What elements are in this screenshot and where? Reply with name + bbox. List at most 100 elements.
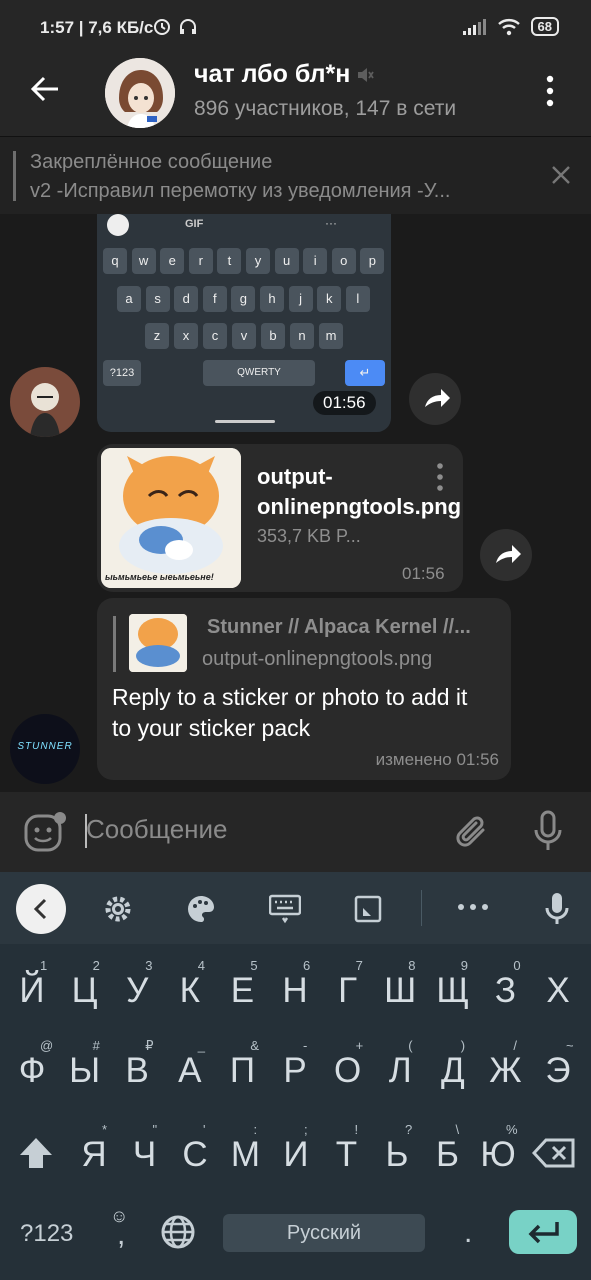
mini-key: p bbox=[360, 248, 385, 274]
key[interactable]: Н bbox=[269, 956, 321, 1026]
chat-subtitle: 896 участников, 147 в сети bbox=[194, 97, 457, 120]
key[interactable]: Д bbox=[427, 1036, 479, 1106]
backspace-icon[interactable] bbox=[532, 1137, 576, 1169]
reply-accent-bar bbox=[113, 616, 116, 672]
key[interactable]: В bbox=[111, 1036, 163, 1106]
key[interactable]: П bbox=[216, 1036, 268, 1106]
file-message[interactable]: ыьмьмьеье ыеьмьеьне! output-onlinepngtoo… bbox=[97, 444, 463, 592]
key-hint: ( bbox=[408, 1038, 413, 1053]
symbols-key[interactable]: ?123 bbox=[20, 1220, 73, 1248]
mini-key: h bbox=[260, 286, 284, 312]
message-time: 01:56 bbox=[313, 391, 376, 415]
globe-icon[interactable] bbox=[160, 1214, 196, 1250]
key[interactable]: М bbox=[220, 1120, 272, 1190]
key[interactable]: Ы bbox=[59, 1036, 111, 1106]
key[interactable]: Ц bbox=[59, 956, 111, 1026]
mini-key: a bbox=[117, 286, 141, 312]
sticker-thumbnail[interactable]: ыьмьмьеье ыеьмьеьне! bbox=[101, 448, 241, 588]
message-list[interactable]: GIF ··· qwertyuiop asdfghjkl zxcvbnm ?12… bbox=[0, 214, 591, 792]
pinned-message-bar[interactable]: Закреплённое сообщение v2 -Исправил пере… bbox=[0, 136, 591, 214]
forward-button[interactable] bbox=[409, 373, 461, 425]
key-hint: 9 bbox=[460, 958, 469, 973]
key-hint: 5 bbox=[250, 958, 258, 973]
gear-icon[interactable] bbox=[103, 894, 133, 924]
key[interactable]: Я bbox=[68, 1120, 120, 1190]
mini-key: f bbox=[202, 286, 227, 312]
key[interactable]: Т bbox=[321, 1120, 373, 1190]
more-vertical-icon[interactable] bbox=[435, 462, 445, 492]
keyboard-icon[interactable] bbox=[269, 894, 301, 924]
key[interactable]: С bbox=[169, 1120, 221, 1190]
palette-icon[interactable] bbox=[186, 894, 216, 924]
key-hint: _ bbox=[197, 1038, 206, 1053]
user-avatar[interactable]: STUNNER bbox=[10, 714, 80, 784]
key[interactable]: Х bbox=[532, 956, 584, 1026]
period-key[interactable]: . bbox=[464, 1216, 472, 1250]
forward-button[interactable] bbox=[480, 529, 532, 581]
key-hint: \ bbox=[455, 1122, 460, 1137]
shift-icon[interactable] bbox=[17, 1135, 55, 1171]
chat-title-text: чат лбо бл*н bbox=[194, 60, 351, 88]
key[interactable]: У bbox=[111, 956, 163, 1026]
chat-avatar[interactable] bbox=[105, 58, 175, 128]
close-icon[interactable] bbox=[550, 164, 572, 186]
chat-title[interactable]: чат лбо бл*н bbox=[194, 60, 375, 89]
key[interactable]: Й bbox=[6, 956, 58, 1026]
mini-key: u bbox=[274, 248, 299, 274]
mini-sym-key: ?123 bbox=[103, 360, 141, 386]
mini-enter-key: ↵ bbox=[345, 360, 385, 386]
wifi-icon bbox=[497, 18, 520, 35]
key[interactable]: Р bbox=[269, 1036, 321, 1106]
key-hint: ; bbox=[304, 1122, 308, 1137]
file-size: 353,7 KB P... bbox=[257, 526, 361, 546]
key[interactable]: Э bbox=[532, 1036, 584, 1106]
key-hint: 2 bbox=[92, 958, 100, 973]
key[interactable]: К bbox=[164, 956, 216, 1026]
image-message[interactable]: GIF ··· qwertyuiop asdfghjkl zxcvbnm ?12… bbox=[97, 214, 391, 432]
key-hint: ₽ bbox=[145, 1038, 154, 1053]
back-arrow-icon[interactable] bbox=[28, 72, 62, 106]
microphone-icon[interactable] bbox=[532, 810, 564, 852]
key-hint: ~ bbox=[566, 1038, 574, 1053]
onscreen-keyboard: Й 1 Ц 2 У 3 К 4 Е 5 Н 6 Г 7 Ш 8 Щ 9 З 0 Х Ф @ Ы # В ₽ А _ П & Р - О + Л(Д) Ж… bbox=[0, 872, 591, 1280]
message-input[interactable]: Сообщение bbox=[86, 814, 228, 845]
key[interactable]: Г bbox=[322, 956, 374, 1026]
comma-key[interactable]: , bbox=[117, 1218, 125, 1252]
paperclip-icon[interactable] bbox=[455, 812, 491, 852]
microphone-icon[interactable] bbox=[544, 892, 570, 926]
chevron-left-icon bbox=[33, 898, 47, 920]
more-vertical-icon[interactable] bbox=[542, 74, 558, 108]
key[interactable]: Ш bbox=[374, 956, 426, 1026]
key-hint: 0 bbox=[513, 958, 521, 973]
key-hint: / bbox=[513, 1038, 518, 1053]
keyboard-back-button[interactable] bbox=[16, 884, 66, 934]
enter-key[interactable] bbox=[509, 1210, 577, 1254]
key[interactable]: Е bbox=[216, 956, 268, 1026]
key[interactable]: З bbox=[479, 956, 531, 1026]
reply-message[interactable]: Stunner // Alpaca Kernel //... output-on… bbox=[97, 598, 511, 780]
message-time: изменено 01:56 bbox=[375, 750, 499, 769]
key[interactable]: А bbox=[164, 1036, 216, 1106]
key[interactable]: Ь bbox=[371, 1120, 423, 1190]
key-hint: ! bbox=[354, 1122, 359, 1137]
mini-key: o bbox=[331, 248, 356, 274]
status-right: 68 bbox=[462, 17, 559, 36]
key[interactable]: О bbox=[322, 1036, 374, 1106]
key[interactable]: Ж bbox=[479, 1036, 531, 1106]
mini-key: i bbox=[303, 248, 328, 274]
space-key[interactable]: Русский bbox=[223, 1214, 425, 1252]
sticker-emoji-icon[interactable] bbox=[24, 812, 68, 852]
screenshot-icon[interactable] bbox=[353, 894, 383, 924]
file-name[interactable]: output-onlinepngtools.png bbox=[257, 462, 461, 522]
key[interactable]: Б bbox=[422, 1120, 474, 1190]
key[interactable]: Л bbox=[374, 1036, 426, 1106]
key[interactable]: Щ bbox=[427, 956, 479, 1026]
key[interactable]: И bbox=[270, 1120, 322, 1190]
status-bar: 1:57 | 7,6 КБ/с 68 bbox=[0, 0, 591, 44]
user-avatar[interactable] bbox=[10, 367, 80, 437]
muted-icon bbox=[358, 67, 375, 82]
message-time: 01:56 bbox=[402, 564, 445, 583]
more-horizontal-icon[interactable] bbox=[457, 902, 489, 912]
mini-key: n bbox=[290, 323, 314, 349]
key[interactable]: Ч bbox=[119, 1120, 171, 1190]
